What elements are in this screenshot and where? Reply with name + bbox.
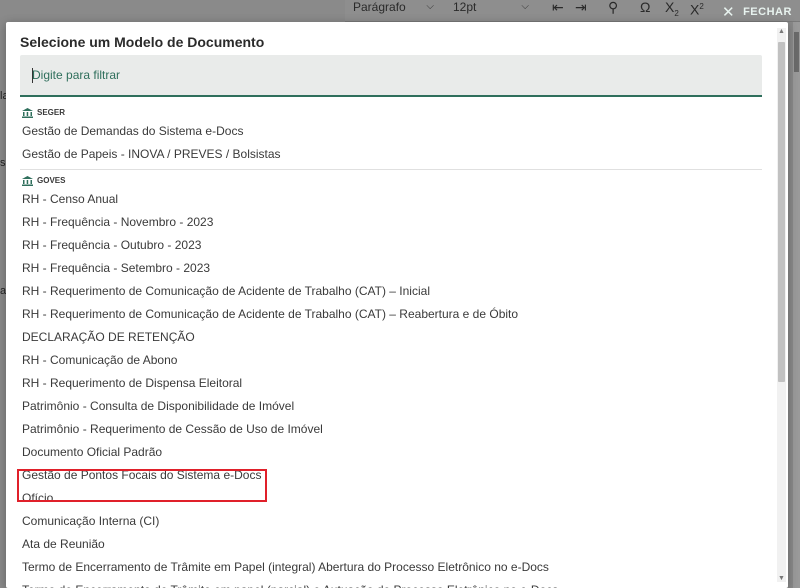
superscript-icon[interactable]: X2 [690,0,704,17]
list-item[interactable]: Patrimônio - Consulta de Disponibilidade… [20,395,762,418]
close-button[interactable]: ✕ FECHAR [722,3,792,21]
close-icon: ✕ [722,4,736,21]
template-select-modal: Selecione um Modelo de Documento SEGER G… [6,22,788,588]
subscript-icon[interactable]: X2 [665,0,679,21]
list-item[interactable]: Documento Oficial Padrão [20,441,762,464]
list-item[interactable]: Comunicação Interna (CI) [20,510,762,533]
list-item[interactable]: Patrimônio - Requerimento de Cessão de U… [20,418,762,441]
paragraph-style-select[interactable]: Parágrafo ⌵ [345,0,440,20]
list-item[interactable]: Ata de Reunião [20,533,762,556]
list-item[interactable]: RH - Requerimento de Comunicação de Acid… [20,280,762,303]
list-item[interactable]: RH - Comunicação de Abono [20,349,762,372]
chevron-down-icon: ⌵ [521,1,529,12]
chevron-down-icon: ⌵ [426,1,434,12]
indent-icon[interactable]: ⇥ [575,0,587,14]
group-name: SEGER [37,108,66,117]
modal-title: Selecione um Modelo de Documento [20,34,265,50]
group-header-seger: SEGER [20,105,762,120]
font-size-select[interactable]: 12pt ⌵ [445,0,535,20]
background-scrollbar-thumb[interactable] [794,32,799,72]
building-icon [22,107,33,118]
list-item-highlighted[interactable]: Gestão de Pontos Focais do Sistema e-Doc… [20,464,762,487]
template-list: SEGER Gestão de Demandas do Sistema e-Do… [20,102,762,588]
list-item[interactable]: RH - Censo Anual [20,188,762,211]
list-item[interactable]: RH - Requerimento de Comunicação de Acid… [20,303,762,326]
list-item[interactable]: Gestão de Demandas do Sistema e-Docs [20,120,762,143]
filter-field[interactable] [20,55,762,97]
list-item[interactable]: DECLARAÇÃO DE RETENÇÃO [20,326,762,349]
close-label: FECHAR [743,6,792,18]
text-cursor [32,68,33,83]
scroll-down-icon[interactable]: ▼ [778,575,785,582]
filter-input[interactable] [20,55,762,95]
group-name: GOVES [37,176,66,185]
font-size-value: 12pt [453,0,477,14]
list-item[interactable]: RH - Frequência - Setembro - 2023 [20,257,762,280]
background-scrollbar[interactable] [793,22,800,588]
list-item[interactable]: Gestão de Papeis - INOVA / PREVES / Bols… [20,143,762,166]
list-item[interactable]: Termo de Encerramento de Trâmite em Pape… [20,556,762,579]
list-item[interactable]: RH - Frequência - Novembro - 2023 [20,211,762,234]
background-glyph: s [0,157,6,169]
search-icon[interactable]: ⚲ [608,0,618,14]
group-header-goves: GOVES [20,173,762,188]
list-item[interactable]: Ofício [20,487,762,510]
list-item[interactable]: RH - Requerimento de Dispensa Eleitoral [20,372,762,395]
group-divider [20,169,762,170]
modal-scrollbar-thumb[interactable] [778,42,785,382]
scroll-up-icon[interactable]: ▲ [778,28,785,35]
list-item[interactable]: RH - Frequência - Outubro - 2023 [20,234,762,257]
list-item[interactable]: Termo de Encerramento de Trâmite em pape… [20,579,762,588]
building-icon [22,175,33,186]
modal-scrollbar[interactable]: ▲ ▼ [777,28,786,582]
paragraph-style-value: Parágrafo [353,0,406,14]
omega-icon[interactable]: Ω [640,0,650,14]
outdent-icon[interactable]: ⇤ [552,0,564,14]
